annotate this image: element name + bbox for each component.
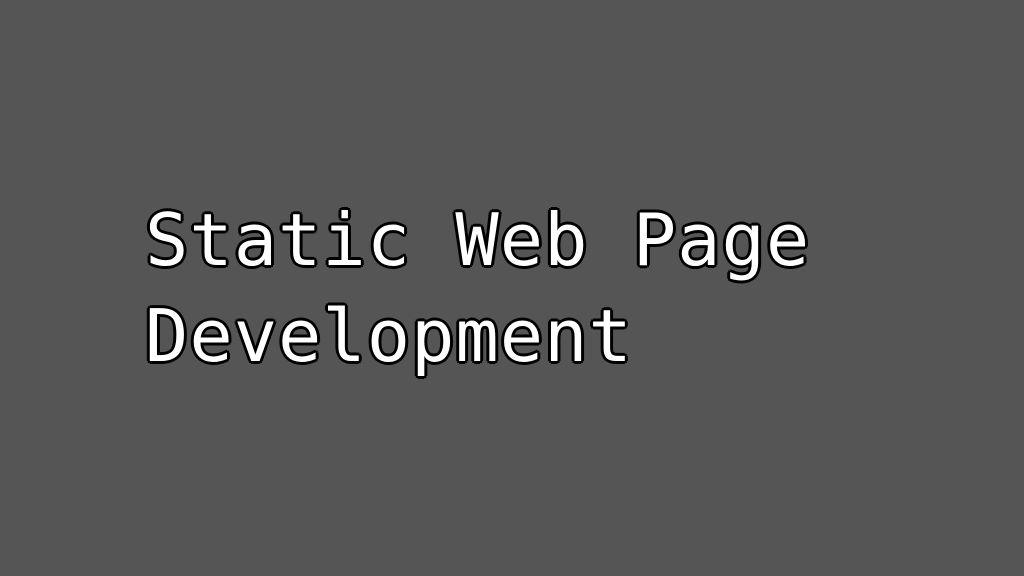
slide-title: Static Web Page Development: [144, 192, 811, 384]
slide-canvas: Static Web Page Development: [0, 0, 1024, 576]
slide-title-line-2: Development: [144, 293, 633, 380]
slide-title-line-1: Static Web Page: [144, 197, 811, 284]
